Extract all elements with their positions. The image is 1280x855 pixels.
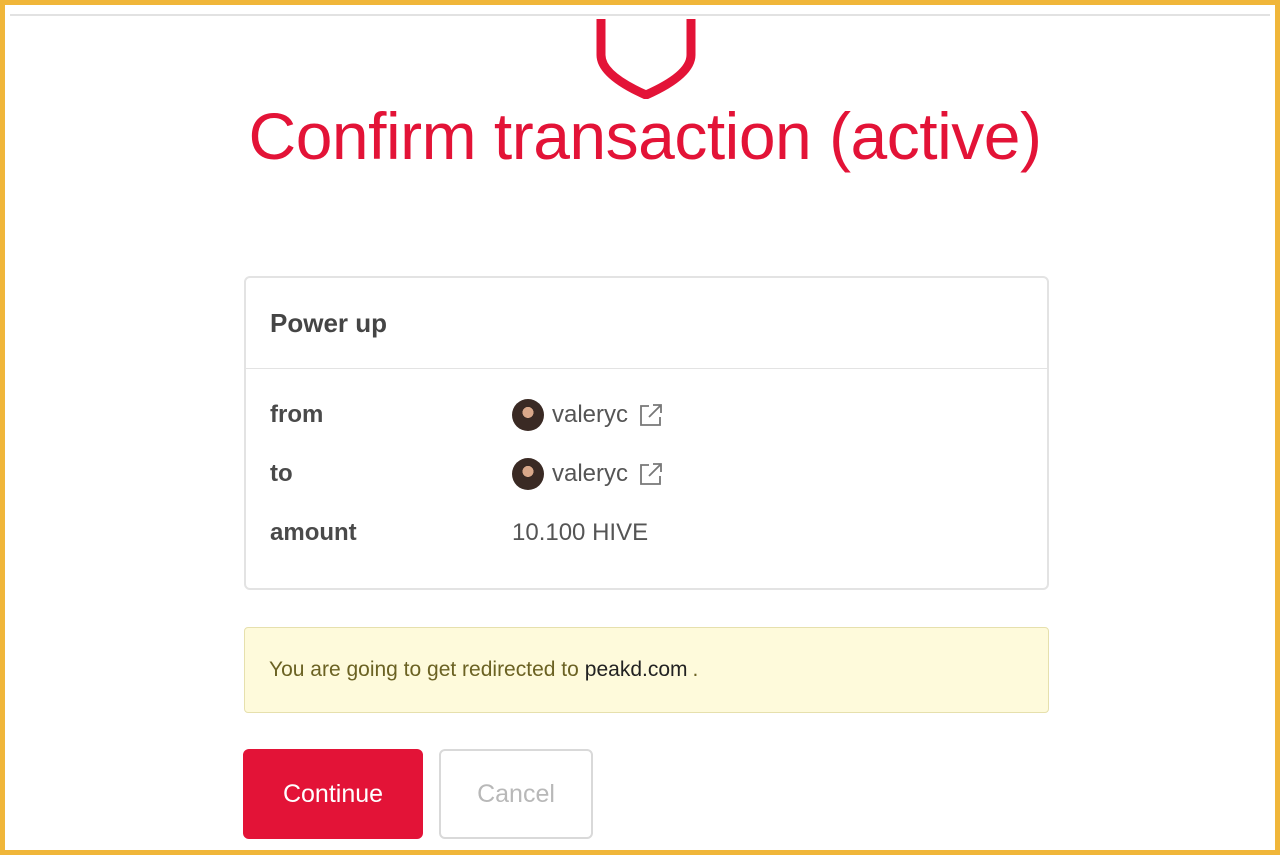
hive-keychain-shield-icon (596, 19, 696, 99)
amount-value: 10.100 HIVE (512, 519, 649, 546)
avatar (512, 458, 544, 490)
top-divider (10, 14, 1270, 16)
cancel-button[interactable]: Cancel (439, 749, 593, 839)
redirect-notice-text: You are going to get redirected to (269, 658, 579, 681)
operation-card-header: Power up (246, 278, 1047, 369)
to-value: valeryc (512, 458, 664, 490)
redirect-notice-suffix: . (692, 658, 699, 681)
app-frame: Confirm transaction (active) Power up fr… (0, 0, 1280, 855)
row-from: from valeryc (270, 395, 664, 435)
to-username[interactable]: valeryc (552, 460, 628, 488)
operation-card: Power up from valeryc to valeryc amount … (244, 276, 1049, 590)
row-to: to valeryc (270, 454, 664, 494)
row-amount: amount 10.100 HIVE (270, 513, 648, 553)
from-username[interactable]: valeryc (552, 401, 628, 429)
page-title: Confirm transaction (active) (248, 99, 1042, 173)
operation-title: Power up (270, 307, 388, 338)
redirect-domain: peakd.com (584, 658, 688, 681)
external-link-icon[interactable] (638, 461, 664, 487)
continue-button[interactable]: Continue (243, 749, 423, 839)
from-label: from (270, 401, 324, 428)
redirect-notice: You are going to get redirected to peakd… (244, 627, 1049, 713)
to-label: to (270, 460, 293, 487)
external-link-icon[interactable] (638, 402, 664, 428)
avatar (512, 399, 544, 431)
from-value: valeryc (512, 399, 664, 431)
amount-label: amount (270, 519, 357, 546)
